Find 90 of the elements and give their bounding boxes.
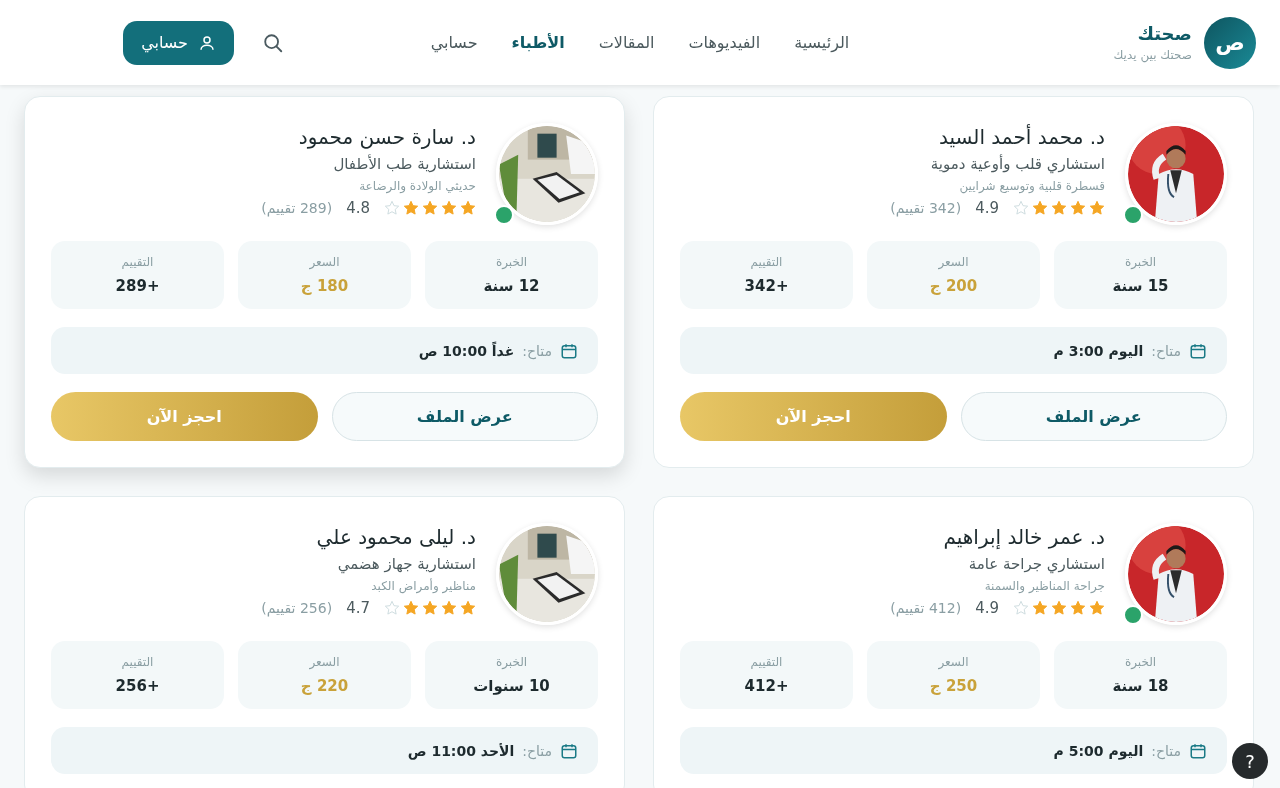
- rating-score: 4.9: [975, 199, 999, 217]
- doctor-name: د. محمد أحمد السيد: [937, 125, 1105, 149]
- stat-label: التقييم: [121, 255, 154, 269]
- stat-label: السعر: [938, 255, 969, 269]
- doctor-name: د. عمر خالد إبراهيم: [942, 525, 1105, 549]
- view-profile-button[interactable]: عرض الملف: [331, 392, 598, 441]
- star-icon: [1070, 200, 1086, 216]
- star-icon: [1051, 200, 1067, 216]
- doctor-specialty: استشاري قلب وأوعية دموية: [929, 155, 1105, 173]
- view-profile-button[interactable]: عرض الملف: [960, 392, 1227, 441]
- brand-name: صحتك: [1136, 23, 1192, 44]
- stat-value: +412: [744, 677, 789, 695]
- availability-time: اليوم 3:00 م: [1053, 342, 1144, 359]
- doctor-specialty: استشارية جهاز هضمي: [336, 555, 476, 573]
- availability-time: اليوم 5:00 م: [1053, 742, 1144, 759]
- star-icon: [1070, 600, 1086, 616]
- brand-tagline: صحتك بين يديك: [1113, 48, 1192, 62]
- availability-label: متاح:: [522, 742, 552, 759]
- review-count: (256 تقييم): [261, 600, 333, 616]
- star-icon: [1051, 600, 1067, 616]
- doctor-name: د. سارة حسن محمود: [297, 125, 476, 149]
- nav-link[interactable]: الرئيسية: [794, 33, 850, 52]
- stat-value: +256: [115, 677, 160, 695]
- doctor-subspecialty: جراحة المناظير والسمنة: [983, 579, 1105, 593]
- star-icon: [403, 200, 419, 216]
- nav-link[interactable]: حسابي: [430, 33, 478, 52]
- stat-label: الخبرة: [1124, 655, 1157, 669]
- star-icon: [422, 200, 438, 216]
- nav-link[interactable]: المقالات: [598, 33, 655, 52]
- availability-label: متاح:: [522, 342, 552, 359]
- star-icon: [1032, 600, 1048, 616]
- stat-label: التقييم: [121, 655, 154, 669]
- account-button[interactable]: حسابي: [123, 20, 234, 65]
- review-count: (412 تقييم): [890, 600, 962, 616]
- star-icon: [441, 600, 457, 616]
- doctor-subspecialty: قسطرة قلبية وتوسيع شرايين: [958, 179, 1105, 193]
- rating-score: 4.9: [975, 599, 999, 617]
- star-icon: [1013, 200, 1029, 216]
- user-icon: [198, 33, 216, 52]
- logo-icon[interactable]: ص: [1204, 16, 1256, 69]
- star-icon: [384, 200, 400, 216]
- calendar-icon: [1189, 741, 1207, 760]
- star-icon: [422, 600, 438, 616]
- calendar-icon: [560, 741, 578, 760]
- stat-value: 18 سنة: [1112, 677, 1169, 695]
- star-icon: [460, 200, 476, 216]
- stat-value: +342: [744, 277, 789, 295]
- stat-label: التقييم: [750, 255, 783, 269]
- star-icon: [384, 600, 400, 616]
- star-icon: [1089, 200, 1105, 216]
- stat-label: السعر: [309, 655, 340, 669]
- star-icon: [1089, 600, 1105, 616]
- stat-label: الخبرة: [1124, 255, 1157, 269]
- availability-label: متاح:: [1151, 342, 1181, 359]
- stat-label: الخبرة: [495, 655, 528, 669]
- stat-value: 180 ج: [300, 277, 349, 295]
- stat-value: 15 سنة: [1112, 277, 1169, 295]
- calendar-icon: [1189, 341, 1207, 360]
- calendar-icon: [560, 341, 578, 360]
- stat-label: التقييم: [750, 655, 783, 669]
- star-icon: [460, 600, 476, 616]
- stat-label: الخبرة: [495, 255, 528, 269]
- rating-score: 4.7: [346, 599, 370, 617]
- stat-label: السعر: [938, 655, 969, 669]
- stat-value: 12 سنة: [483, 277, 540, 295]
- stat-value: 10 سنوات: [473, 677, 550, 695]
- review-count: (342 تقييم): [890, 200, 962, 216]
- stat-label: السعر: [309, 255, 340, 269]
- star-icon: [1013, 600, 1029, 616]
- stat-value: +289: [115, 277, 160, 295]
- star-icon: [1032, 200, 1048, 216]
- doctor-specialty: استشارية طب الأطفال: [332, 155, 476, 173]
- stat-value: 250 ج: [929, 677, 978, 695]
- stat-value: 220 ج: [300, 677, 349, 695]
- stat-value: 200 ج: [929, 277, 978, 295]
- review-count: (289 تقييم): [261, 200, 333, 216]
- nav-link[interactable]: الأطباء: [511, 33, 565, 52]
- nav-link[interactable]: الفيديوهات: [688, 33, 761, 52]
- rating-score: 4.8: [346, 199, 370, 217]
- star-icon: [403, 600, 419, 616]
- availability-label: متاح:: [1151, 742, 1181, 759]
- star-icon: [441, 200, 457, 216]
- doctor-subspecialty: مناظير وأمراض الكبد: [370, 579, 476, 593]
- doctor-name: د. ليلى محمود علي: [315, 525, 476, 549]
- help-button[interactable]: ?: [1232, 743, 1268, 779]
- availability-time: الأحد 11:00 ص: [407, 742, 515, 759]
- availability-time: غداً 10:00 ص: [418, 342, 515, 359]
- doctor-subspecialty: حديثي الولادة والرضاعة: [358, 179, 476, 193]
- doctor-specialty: استشاري جراحة عامة: [967, 555, 1105, 573]
- search-icon[interactable]: [262, 31, 284, 54]
